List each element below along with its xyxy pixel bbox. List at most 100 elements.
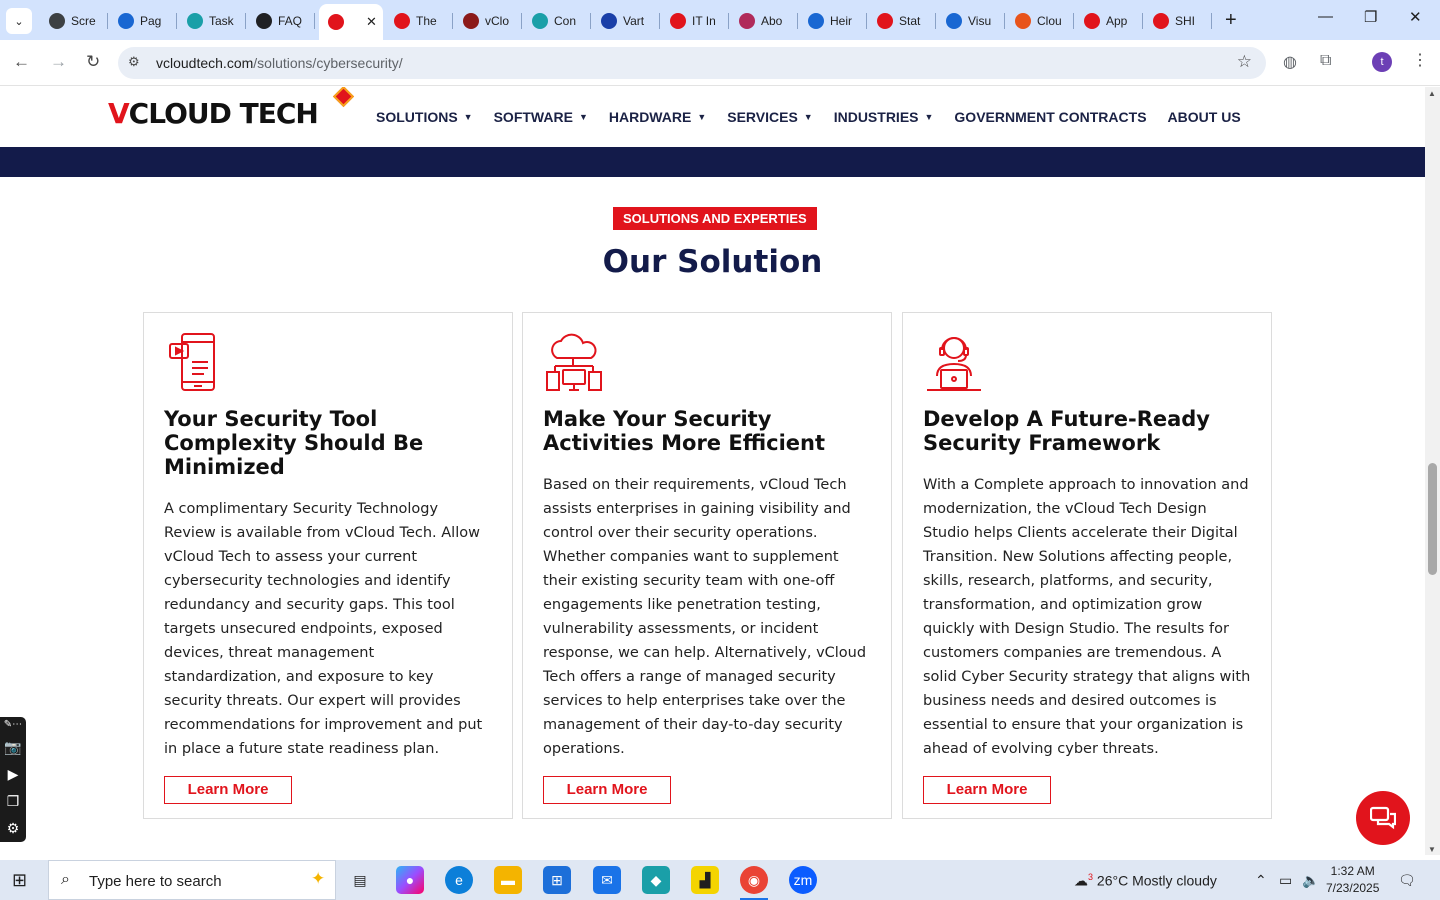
copilot-icon[interactable]: ●: [396, 866, 424, 894]
nav-item-about-us[interactable]: ABOUT US: [1168, 109, 1241, 125]
browser-tab[interactable]: Abo: [730, 8, 798, 34]
logo-v: V: [108, 97, 130, 130]
sticky-notes-icon[interactable]: ▟: [691, 866, 719, 894]
tab-separator: [452, 13, 453, 29]
browser-tab-strip: ⌄ Scre Pag Task FAQ ✕ The vClo Con Vart IT In Abo H…: [0, 0, 1440, 40]
url-path: /solutions/cybersecurity/: [253, 55, 403, 71]
caret-down-icon: ▼: [578, 112, 588, 122]
browser-tab[interactable]: Heir: [799, 8, 867, 34]
video-icon[interactable]: ▶: [8, 764, 19, 785]
back-button[interactable]: ←: [13, 52, 30, 72]
network-icon[interactable]: ▭: [1279, 872, 1292, 889]
profile-avatar[interactable]: t: [1372, 52, 1392, 72]
tab-separator: [797, 13, 798, 29]
browser-tab[interactable]: App: [1075, 8, 1143, 34]
tab-separator: [866, 13, 867, 29]
browser-tab[interactable]: Con: [523, 8, 591, 34]
store-icon[interactable]: ⊞: [543, 866, 571, 894]
browser-tab[interactable]: Scre: [40, 8, 108, 34]
nav-item-hardware[interactable]: HARDWARE ▼: [609, 109, 706, 125]
browser-tab[interactable]: FAQ: [247, 8, 315, 34]
address-bar[interactable]: ⚙ vcloudtech.com/solutions/cybersecurity…: [118, 47, 1266, 79]
tab-separator: [245, 13, 246, 29]
learn-more-button[interactable]: Learn More: [543, 776, 671, 804]
tab-search-button[interactable]: ⌄: [6, 8, 32, 34]
chat-button[interactable]: [1356, 791, 1410, 845]
browser-tab[interactable]: Clou: [1006, 8, 1074, 34]
camera-icon[interactable]: 📷: [4, 737, 21, 758]
new-tab-button[interactable]: +: [1225, 9, 1237, 32]
volume-icon[interactable]: 🔈: [1302, 872, 1319, 889]
nav-item-services[interactable]: SERVICES ▼: [727, 109, 812, 125]
taskbar-search[interactable]: ⌕ Type here to search ✦: [48, 860, 336, 900]
card-body: Based on their requirements, vCloud Tech…: [543, 477, 867, 757]
browser-tab[interactable]: SHI: [1144, 8, 1212, 34]
windows-start-icon[interactable]: ⊞: [12, 870, 27, 891]
restore-button[interactable]: ❐: [1364, 8, 1377, 26]
browser-tab[interactable]: Task: [178, 8, 246, 34]
mobile-video-icon: [164, 332, 226, 394]
browser-tab[interactable]: Visu: [937, 8, 1005, 34]
browser-tab[interactable]: Stat: [868, 8, 936, 34]
nav-item-industries[interactable]: INDUSTRIES ▼: [834, 109, 934, 125]
close-tab-icon[interactable]: ✕: [366, 14, 377, 30]
layers-icon[interactable]: ❐: [7, 791, 20, 812]
reload-button[interactable]: ↻: [86, 52, 100, 72]
abo-icon: [739, 13, 755, 29]
tray-chevron-icon[interactable]: ⌃: [1255, 872, 1267, 889]
pen-icon[interactable]: ✎⋯: [4, 719, 22, 731]
app-diamond-icon[interactable]: ◆: [642, 866, 670, 894]
browser-tab[interactable]: IT In: [661, 8, 729, 34]
task-view-icon[interactable]: ▤: [346, 866, 374, 894]
browser-toolbar: ← → ↻ ⚙ vcloudtech.com/solutions/cyberse…: [0, 40, 1440, 86]
wifi-icon: [118, 13, 134, 29]
clock-date: 7/23/2025: [1326, 881, 1380, 895]
browser-menu-icon[interactable]: ⋮: [1412, 50, 1428, 70]
tab-label: Abo: [761, 14, 783, 28]
forward-button[interactable]: →: [50, 52, 67, 72]
url-text[interactable]: vcloudtech.com/solutions/cybersecurity/: [156, 55, 403, 71]
minimize-button[interactable]: —: [1318, 8, 1333, 25]
browser-tab[interactable]: ✕: [319, 4, 383, 40]
page-scrollbar[interactable]: ▲ ▼: [1425, 87, 1440, 855]
scroll-up-arrow-icon[interactable]: ▲: [1428, 89, 1436, 98]
browser-tab[interactable]: Pag: [109, 8, 177, 34]
learn-more-button[interactable]: Learn More: [923, 776, 1051, 804]
notifications-icon[interactable]: 🗨: [1398, 872, 1416, 889]
translate-icon[interactable]: ◍: [1283, 52, 1297, 72]
logo-diamond-icon: [332, 87, 355, 108]
taskbar-clock[interactable]: 1:32 AM 7/23/2025: [1326, 863, 1379, 897]
copilot-sparkle-icon[interactable]: ✦: [311, 869, 325, 889]
nav-item-government-contracts[interactable]: GOVERNMENT CONTRACTS: [954, 109, 1146, 125]
scroll-down-arrow-icon[interactable]: ▼: [1428, 845, 1436, 854]
weather-text: 26°C Mostly cloudy: [1096, 872, 1217, 889]
edge-icon[interactable]: e: [445, 866, 473, 894]
chrome-icon[interactable]: ◉: [740, 866, 768, 900]
tab-separator: [1004, 13, 1005, 29]
file-explorer-icon[interactable]: ▬: [494, 866, 522, 894]
zoom-icon[interactable]: zm: [789, 866, 817, 894]
site-info-icon[interactable]: ⚙: [128, 54, 140, 70]
nav-item-solutions[interactable]: SOLUTIONS ▼: [376, 109, 473, 125]
stat-icon: [877, 13, 893, 29]
browser-tab[interactable]: Vart: [592, 8, 660, 34]
weather-widget[interactable]: ☁3 26°C Mostly cloudy: [1074, 872, 1217, 890]
close-window-button[interactable]: ✕: [1409, 8, 1422, 26]
tab-label: FAQ: [278, 14, 303, 28]
weather-badge: 3: [1088, 872, 1094, 882]
mail-icon[interactable]: ✉: [593, 866, 621, 894]
learn-more-button[interactable]: Learn More: [164, 776, 292, 804]
v-icon: [463, 13, 479, 29]
vcloud-icon: [328, 14, 344, 30]
settings-gear-icon[interactable]: ⚙: [7, 818, 20, 839]
vcloud-logo[interactable]: VCLOUD TECH: [108, 87, 355, 130]
cloud-network-icon: [543, 332, 605, 394]
browser-tab[interactable]: The: [385, 8, 453, 34]
bookmark-star-icon[interactable]: ☆: [1237, 52, 1252, 72]
nav-item-software[interactable]: SOFTWARE ▼: [494, 109, 588, 125]
nav-item-label: ABOUT US: [1167, 109, 1241, 125]
search-placeholder: Type here to search: [89, 873, 222, 890]
scrollbar-thumb[interactable]: [1428, 463, 1437, 575]
browser-tab[interactable]: vClo: [454, 8, 522, 34]
extensions-icon[interactable]: ⧉: [1320, 52, 1331, 70]
